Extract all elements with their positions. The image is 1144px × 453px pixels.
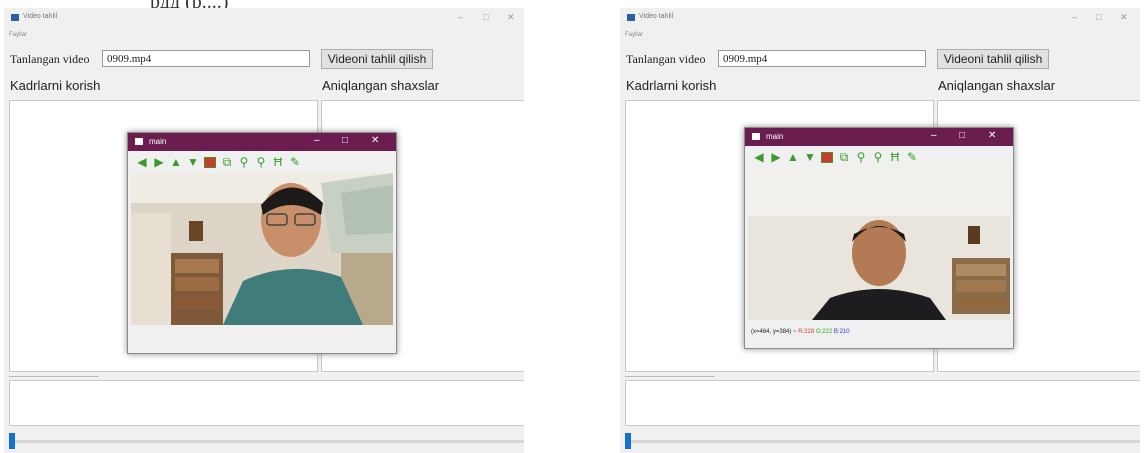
view-frames-label: Kadrlarni korish — [626, 78, 717, 93]
preview-title: main — [149, 137, 167, 146]
preview-window: main – □ ✕ ◀ ▶ ▲ ▼ ⧉ ⚲ ⚲ Ħ ✎ — [127, 132, 397, 354]
minimize-button[interactable]: – — [458, 12, 463, 22]
close-button[interactable]: ✕ — [507, 12, 515, 23]
app-icon — [627, 14, 635, 21]
preview-status-bar: (x=464, y=384) ~ R:228 G:222 B:210 — [748, 323, 1013, 341]
preview-toolbar: ◀ ▶ ▲ ▼ ⧉ ⚲ ⚲ Ħ ✎ — [136, 154, 301, 170]
arrow-left-icon[interactable]: ◀ — [136, 155, 148, 169]
copy-icon[interactable]: ⧉ — [838, 150, 850, 164]
preview-app-icon — [135, 138, 143, 145]
zoom-in-icon[interactable]: ⚲ — [238, 155, 250, 169]
preview-title: main — [766, 132, 784, 141]
divider — [9, 376, 99, 377]
arrow-right-icon[interactable]: ▶ — [153, 155, 165, 169]
pixel-red-value: R:228 — [798, 329, 815, 335]
close-button[interactable]: ✕ — [1120, 12, 1128, 23]
properties-icon[interactable]: Ħ — [889, 150, 901, 164]
menu-files[interactable]: Fayllar — [9, 32, 27, 38]
title-bar: Video tahlil – □ ✕ — [4, 8, 524, 30]
window-title: Video tahlil — [23, 13, 58, 20]
pixel-green-value: G:222 — [815, 329, 833, 335]
preview-title-bar: main – □ ✕ — [128, 133, 396, 151]
arrow-down-icon[interactable]: ▼ — [187, 155, 199, 169]
app-window-right: Video tahlil – □ ✕ Fayllar Tanlangan vid… — [620, 8, 1140, 453]
preview-status-bar — [131, 328, 396, 346]
app-icon — [11, 14, 19, 21]
arrow-right-icon[interactable]: ▶ — [770, 150, 782, 164]
progress-slider-track[interactable] — [9, 440, 524, 443]
preview-close-button[interactable]: ✕ — [988, 130, 996, 141]
window-title: Video tahlil — [639, 13, 674, 20]
arrow-up-icon[interactable]: ▲ — [787, 150, 799, 164]
selected-video-field[interactable]: 0909.mp4 — [102, 50, 310, 67]
copy-icon[interactable]: ⧉ — [221, 155, 233, 169]
zoom-out-icon[interactable]: ⚲ — [872, 150, 884, 164]
save-image-icon[interactable] — [821, 151, 833, 163]
preview-maximize-button[interactable]: □ — [342, 135, 348, 146]
analyze-video-button[interactable]: Videoni tahlil qilish — [321, 49, 433, 69]
arrow-left-icon[interactable]: ◀ — [753, 150, 765, 164]
view-frames-label: Kadrlarni korish — [10, 78, 101, 93]
preview-title-bar: main – □ ✕ — [745, 128, 1013, 146]
pixel-blue-value: B:210 — [833, 329, 850, 335]
analyze-video-button[interactable]: Videoni tahlil qilish — [937, 49, 1049, 69]
preview-app-icon — [752, 133, 760, 140]
log-textarea[interactable] — [625, 380, 1140, 426]
identified-persons-label: Aniqlangan shaxslar — [938, 78, 1056, 93]
cursor-coords: (x=464, y=384) ~ — [751, 329, 797, 335]
maximize-button[interactable]: □ — [1096, 12, 1101, 22]
preview-minimize-button[interactable]: – — [314, 135, 320, 146]
pen-icon[interactable]: ✎ — [289, 155, 301, 169]
selected-video-label: Tanlangan video — [10, 52, 90, 66]
log-textarea[interactable] — [9, 380, 524, 426]
menu-files[interactable]: Fayllar — [625, 32, 643, 38]
preview-window: main – □ ✕ ◀ ▶ ▲ ▼ ⧉ ⚲ ⚲ Ħ ✎ — [744, 127, 1014, 349]
progress-slider-track[interactable] — [625, 440, 1140, 443]
zoom-out-icon[interactable]: ⚲ — [255, 155, 267, 169]
minimize-button[interactable]: – — [1072, 12, 1077, 22]
arrow-up-icon[interactable]: ▲ — [170, 155, 182, 169]
video-frame-image — [131, 173, 393, 325]
identified-persons-label: Aniqlangan shaxslar — [322, 78, 440, 93]
save-image-icon[interactable] — [204, 156, 216, 168]
divider — [625, 376, 715, 377]
app-window-left: Video tahlil – □ ✕ Fayllar Tanlangan vid… — [4, 8, 524, 453]
progress-slider-thumb[interactable] — [9, 433, 15, 449]
progress-slider-thumb[interactable] — [625, 433, 631, 449]
properties-icon[interactable]: Ħ — [272, 155, 284, 169]
title-bar: Video tahlil – □ ✕ — [620, 8, 1140, 30]
preview-close-button[interactable]: ✕ — [371, 135, 379, 146]
selected-video-label: Tanlangan video — [626, 52, 706, 66]
pen-icon[interactable]: ✎ — [906, 150, 918, 164]
video-frame-image — [748, 168, 1010, 320]
arrow-down-icon[interactable]: ▼ — [804, 150, 816, 164]
zoom-in-icon[interactable]: ⚲ — [855, 150, 867, 164]
maximize-button[interactable]: □ — [483, 12, 488, 22]
preview-toolbar: ◀ ▶ ▲ ▼ ⧉ ⚲ ⚲ Ħ ✎ — [753, 149, 918, 165]
selected-video-field[interactable]: 0909.mp4 — [718, 50, 926, 67]
preview-maximize-button[interactable]: □ — [959, 130, 965, 141]
preview-minimize-button[interactable]: – — [931, 130, 937, 141]
